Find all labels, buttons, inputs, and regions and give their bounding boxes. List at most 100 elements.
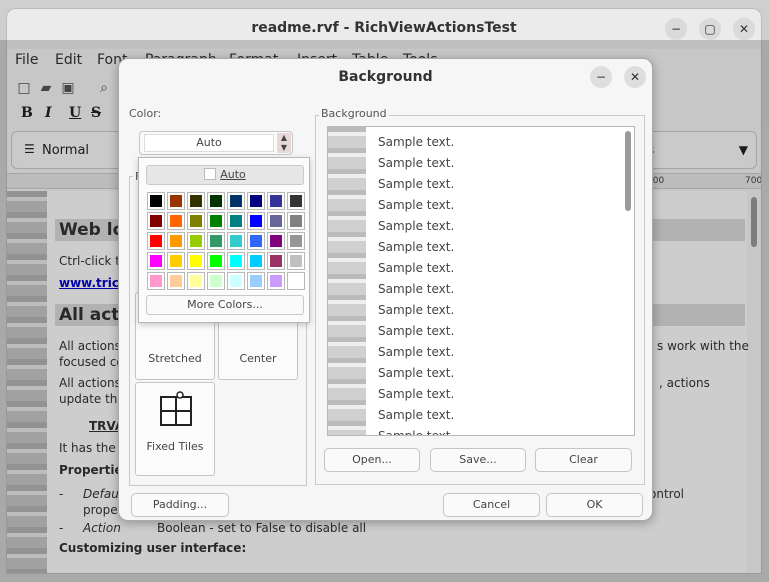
color-swatch-fill: [250, 195, 262, 207]
color-swatch-fill: [150, 195, 162, 207]
window-tiles-icon: [160, 391, 192, 426]
color-swatch[interactable]: [187, 252, 205, 270]
color-swatch[interactable]: [227, 212, 245, 230]
color-swatch[interactable]: [287, 212, 305, 230]
sample-text: Sample text.: [378, 408, 455, 422]
color-swatch-fill: [170, 255, 182, 267]
color-swatch[interactable]: [247, 272, 265, 290]
color-swatch-fill: [190, 255, 202, 267]
more-colors-button[interactable]: More Colors...: [146, 295, 304, 315]
color-swatch-fill: [290, 255, 302, 267]
color-swatch[interactable]: [267, 232, 285, 250]
color-swatch[interactable]: [167, 192, 185, 210]
sample-text: Sample text.: [378, 219, 455, 233]
color-swatch[interactable]: [207, 212, 225, 230]
color-combo[interactable]: Auto ▲ ▼: [139, 131, 293, 155]
background-preview: Sample text. Sample text. Sample text. S…: [327, 126, 635, 436]
color-swatch[interactable]: [187, 232, 205, 250]
color-swatch[interactable]: [147, 192, 165, 210]
color-swatch[interactable]: [187, 192, 205, 210]
ok-button[interactable]: OK: [546, 493, 643, 517]
color-swatch[interactable]: [267, 252, 285, 270]
color-swatch-fill: [210, 255, 222, 267]
color-swatch[interactable]: [287, 192, 305, 210]
save-button[interactable]: Save...: [430, 448, 526, 472]
color-swatch-fill: [150, 255, 162, 267]
color-swatch-fill: [250, 235, 262, 247]
color-swatch[interactable]: [287, 232, 305, 250]
color-swatch[interactable]: [167, 212, 185, 230]
color-swatch-fill: [270, 215, 282, 227]
sample-text: Sample text.: [378, 240, 455, 254]
color-swatch[interactable]: [167, 272, 185, 290]
color-swatch[interactable]: [207, 252, 225, 270]
sample-text: Sample text.: [378, 156, 455, 170]
color-swatch[interactable]: [207, 272, 225, 290]
color-swatch-fill: [270, 235, 282, 247]
color-swatch-fill: [290, 275, 302, 287]
sample-text: Sample text.: [378, 177, 455, 191]
color-label: Color:: [127, 107, 164, 120]
color-swatch[interactable]: [267, 192, 285, 210]
color-swatch-fill: [230, 195, 242, 207]
auto-color-button[interactable]: Auto: [146, 165, 304, 185]
color-swatch[interactable]: [247, 232, 265, 250]
tile-fixed-tiles[interactable]: Fixed Tiles: [135, 382, 215, 476]
up-down-arrows-icon[interactable]: ▲ ▼: [277, 133, 291, 153]
color-swatch-fill: [170, 195, 182, 207]
color-swatch[interactable]: [247, 212, 265, 230]
dialog-close-button[interactable]: ✕: [624, 66, 646, 88]
color-swatch-fill: [270, 195, 282, 207]
color-swatch[interactable]: [247, 192, 265, 210]
padding-button[interactable]: Padding...: [131, 493, 229, 517]
window-title: readme.rvf - RichViewActionsTest: [251, 20, 517, 36]
color-swatch[interactable]: [187, 212, 205, 230]
clear-button[interactable]: Clear: [535, 448, 632, 472]
color-swatch[interactable]: [147, 212, 165, 230]
color-swatch-fill: [150, 275, 162, 287]
color-swatch[interactable]: [287, 252, 305, 270]
color-swatch[interactable]: [227, 232, 245, 250]
preview-scrollbar[interactable]: [625, 131, 631, 211]
color-swatch[interactable]: [227, 252, 245, 270]
sample-text: Sample text.: [378, 261, 455, 275]
maximize-button[interactable]: ▢: [699, 18, 721, 40]
auto-color-label: Auto: [220, 168, 246, 181]
color-swatch[interactable]: [287, 272, 305, 290]
color-swatch-fill: [150, 235, 162, 247]
close-window-button[interactable]: ✕: [733, 18, 755, 40]
color-swatch-fill: [290, 215, 302, 227]
color-swatch-fill: [170, 275, 182, 287]
color-swatch-fill: [210, 235, 222, 247]
color-swatch[interactable]: [167, 252, 185, 270]
white-swatch-icon: [204, 168, 217, 180]
color-swatch[interactable]: [267, 272, 285, 290]
color-swatch-fill: [250, 255, 262, 267]
color-swatch-fill: [210, 195, 222, 207]
color-swatch-fill: [210, 215, 222, 227]
color-swatch-fill: [290, 235, 302, 247]
color-swatch-fill: [190, 215, 202, 227]
minimize-button[interactable]: −: [665, 18, 687, 40]
color-swatch[interactable]: [147, 252, 165, 270]
color-swatch[interactable]: [147, 272, 165, 290]
cancel-button[interactable]: Cancel: [443, 493, 540, 517]
sample-text: Sample text.: [378, 387, 455, 401]
color-swatch[interactable]: [267, 212, 285, 230]
color-swatch[interactable]: [187, 272, 205, 290]
color-swatch-fill: [270, 275, 282, 287]
color-picker-popup: Auto More Colors...: [138, 157, 310, 323]
color-swatch[interactable]: [247, 252, 265, 270]
dialog-minimize-button[interactable]: −: [590, 66, 612, 88]
color-swatch[interactable]: [227, 192, 245, 210]
tile-center-label: Center: [239, 352, 277, 365]
color-swatch[interactable]: [167, 232, 185, 250]
open-button[interactable]: Open...: [324, 448, 420, 472]
color-swatch[interactable]: [147, 232, 165, 250]
color-swatch[interactable]: [207, 192, 225, 210]
color-swatch-fill: [230, 255, 242, 267]
color-swatch[interactable]: [227, 272, 245, 290]
color-swatch-fill: [170, 215, 182, 227]
sample-text: Sample text.: [378, 198, 455, 212]
color-swatch[interactable]: [207, 232, 225, 250]
